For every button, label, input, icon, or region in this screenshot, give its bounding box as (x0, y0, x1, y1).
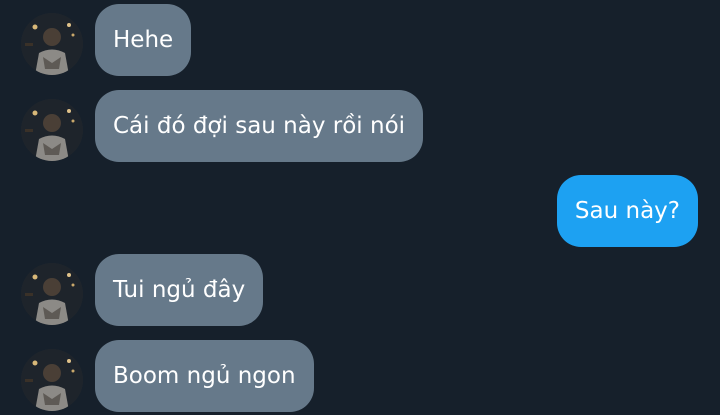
message-row-incoming: Hehe (0, 4, 720, 76)
message-row-outgoing: Sau này? (0, 175, 720, 247)
user-avatar-icon[interactable] (21, 99, 83, 161)
message-row-incoming: Tui ngủ đây (0, 254, 720, 326)
message-bubble[interactable]: Boom ngủ ngon (95, 340, 314, 412)
message-bubble[interactable]: Cái đó đợi sau này rồi nói (95, 90, 424, 162)
message-row-incoming: Boom ngủ ngon (0, 340, 720, 412)
message-bubble-outgoing[interactable]: Sau này? (556, 175, 698, 247)
message-bubble[interactable]: Hehe (95, 4, 192, 76)
message-thread[interactable]: Hehe Cái đó đợi sau này rồi nói Sau này? (0, 0, 720, 415)
message-row-incoming: Cái đó đợi sau này rồi nói (0, 90, 720, 162)
message-bubble[interactable]: Tui ngủ đây (95, 254, 264, 326)
user-avatar-icon[interactable] (21, 13, 83, 75)
user-avatar-icon[interactable] (21, 349, 83, 411)
user-avatar-icon[interactable] (21, 263, 83, 325)
